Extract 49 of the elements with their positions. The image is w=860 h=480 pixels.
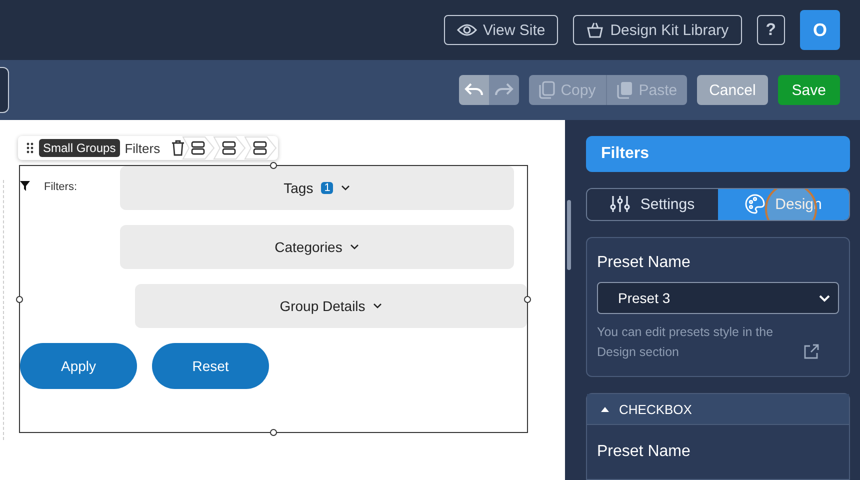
paste-icon bbox=[616, 81, 633, 99]
undo-button[interactable] bbox=[458, 75, 489, 105]
count-badge: 1 bbox=[321, 182, 334, 194]
filter-dropdown[interactable]: Tags 1 bbox=[120, 166, 514, 210]
caret-icon bbox=[601, 406, 609, 412]
layout-icon[interactable] bbox=[182, 136, 216, 160]
drag-handle-icon[interactable] bbox=[26, 142, 34, 154]
view-site-button[interactable]: View Site bbox=[444, 15, 558, 45]
design-kit-library-button[interactable]: Design Kit Library bbox=[573, 15, 742, 45]
dropdown-label: Tags bbox=[284, 180, 314, 196]
redo-icon bbox=[494, 82, 514, 98]
palette-icon bbox=[745, 194, 766, 214]
filter-dropdown[interactable]: Group Details bbox=[135, 284, 527, 328]
chevron-down-icon bbox=[819, 294, 830, 302]
preset-hint: You can edit presets style in the Design section bbox=[597, 324, 774, 361]
filter-action-button[interactable]: Reset bbox=[152, 343, 269, 389]
trash-icon[interactable] bbox=[171, 140, 186, 156]
eye-icon bbox=[456, 23, 477, 37]
panel-title: Filters bbox=[586, 136, 850, 172]
layout-icon[interactable] bbox=[213, 136, 248, 160]
preset-select[interactable]: Preset 3 bbox=[597, 282, 839, 314]
basket-icon bbox=[586, 21, 604, 39]
help-button[interactable]: ? bbox=[756, 15, 785, 45]
filter-dropdown[interactable]: Categories bbox=[120, 225, 514, 269]
resize-handle[interactable] bbox=[270, 429, 277, 436]
panel-edge bbox=[0, 67, 9, 113]
widget-tag[interactable]: Small Groups bbox=[39, 139, 120, 157]
accordion-header[interactable]: CHECKBOX bbox=[587, 394, 849, 425]
panel-tab[interactable]: Settings bbox=[587, 188, 718, 220]
external-link-icon[interactable] bbox=[803, 344, 819, 360]
dropdown-label: Categories bbox=[274, 239, 342, 255]
resize-handle[interactable] bbox=[16, 296, 23, 303]
copy-icon bbox=[538, 81, 555, 99]
filter-action-button[interactable]: Apply bbox=[20, 343, 137, 389]
resize-handle[interactable] bbox=[270, 162, 277, 169]
resize-handle[interactable] bbox=[524, 296, 531, 303]
dropdown-label: Group Details bbox=[280, 298, 366, 314]
layout-icon[interactable] bbox=[244, 136, 278, 160]
chevron-down-icon bbox=[350, 244, 360, 250]
preset-name-label: Preset Name bbox=[597, 443, 692, 461]
preset-name-label: Preset Name bbox=[597, 254, 692, 272]
filter-icon bbox=[20, 181, 30, 191]
undo-icon bbox=[464, 82, 484, 98]
chevron-down-icon bbox=[341, 185, 350, 191]
sliders-icon bbox=[610, 195, 630, 214]
widget-name: Filters bbox=[124, 140, 160, 156]
filters-label: Filters: bbox=[44, 181, 77, 193]
save-button[interactable]: Save bbox=[778, 75, 840, 105]
chevron-down-icon bbox=[373, 303, 382, 309]
